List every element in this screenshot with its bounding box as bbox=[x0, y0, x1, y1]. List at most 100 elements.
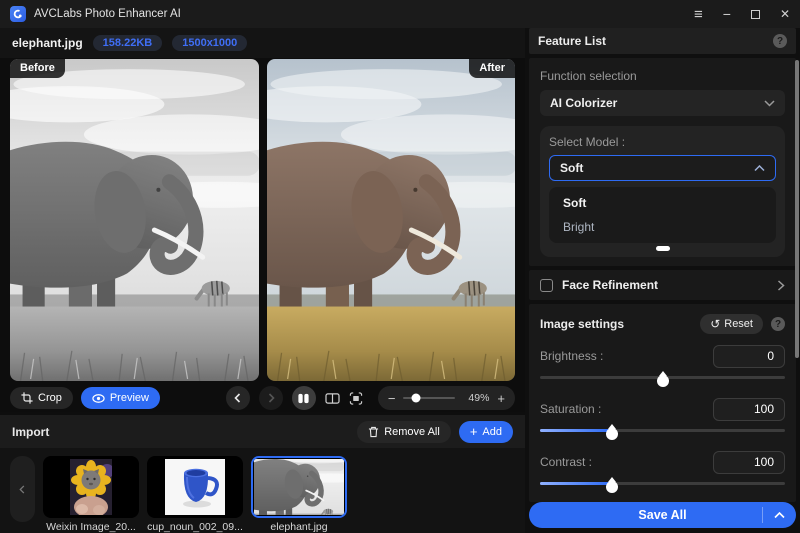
thumbnail-label: elephant.jpg bbox=[270, 521, 327, 533]
saturation-slider-thumb[interactable] bbox=[605, 427, 618, 440]
save-all-button[interactable]: Save All bbox=[529, 502, 796, 528]
zoom-in-button[interactable]: + bbox=[497, 392, 505, 405]
split-view-icon bbox=[297, 392, 310, 405]
settings-help-icon[interactable]: ? bbox=[771, 317, 785, 331]
model-dropdown-list: Soft Bright bbox=[549, 187, 776, 243]
app-logo-icon bbox=[10, 6, 26, 22]
function-card: Function selection AI Colorizer Select M… bbox=[529, 58, 796, 266]
feature-help-icon[interactable]: ? bbox=[773, 34, 787, 48]
import-section: Import Remove All + Add bbox=[0, 415, 525, 533]
thumbnail-strip: Weixin Image_20... bbox=[0, 448, 525, 533]
contrast-label: Contrast : bbox=[540, 455, 592, 469]
preview-button[interactable]: Preview bbox=[81, 387, 160, 409]
thumbnail-cup[interactable] bbox=[147, 456, 243, 518]
thumbnail-elephant-image bbox=[254, 459, 344, 515]
plus-icon: + bbox=[470, 424, 478, 439]
chevron-up-icon bbox=[754, 165, 765, 172]
zoom-slider-thumb[interactable] bbox=[412, 394, 421, 403]
thumbnail-weixin[interactable] bbox=[43, 456, 139, 518]
file-dimensions-badge: 1500x1000 bbox=[172, 35, 247, 51]
feature-list-header: Feature List ? bbox=[529, 28, 796, 54]
thumbnail-item: cup_noun_002_09... bbox=[147, 456, 243, 533]
side-by-side-view-button[interactable] bbox=[325, 392, 340, 405]
after-image bbox=[267, 59, 516, 381]
thumbnail-item: elephant.jpg bbox=[251, 456, 347, 533]
contrast-value[interactable]: 100 bbox=[713, 451, 785, 474]
image-settings-title: Image settings bbox=[540, 317, 624, 331]
panel-scrollbar[interactable] bbox=[795, 60, 799, 358]
brightness-slider[interactable] bbox=[540, 373, 785, 390]
after-badge: After bbox=[469, 59, 515, 78]
fit-screen-button[interactable] bbox=[349, 392, 363, 405]
eye-icon bbox=[92, 393, 105, 404]
file-size-badge: 158.22KB bbox=[93, 35, 163, 51]
minimize-icon[interactable]: − bbox=[723, 7, 731, 21]
trash-icon bbox=[368, 426, 379, 438]
brightness-slider-thumb[interactable] bbox=[657, 374, 670, 387]
model-value: Soft bbox=[560, 161, 583, 175]
saturation-label: Saturation : bbox=[540, 402, 601, 416]
model-option-bright[interactable]: Bright bbox=[549, 215, 776, 239]
chevron-down-icon bbox=[764, 100, 775, 107]
zoom-level: 49% bbox=[463, 392, 489, 404]
save-options-chevron[interactable] bbox=[762, 507, 796, 523]
function-select[interactable]: AI Colorizer bbox=[540, 90, 785, 116]
add-label: Add bbox=[482, 426, 502, 438]
thumbnail-elephant[interactable] bbox=[251, 456, 347, 518]
function-selection-label: Function selection bbox=[540, 69, 785, 83]
crop-button[interactable]: Crop bbox=[10, 387, 73, 409]
contrast-group: Contrast : 100 bbox=[540, 450, 785, 496]
saturation-group: Saturation : 100 bbox=[540, 397, 785, 443]
next-image-button[interactable] bbox=[259, 386, 283, 410]
face-refinement-label: Face Refinement bbox=[562, 278, 658, 292]
compare-view: Before After bbox=[0, 58, 525, 382]
zoom-out-button[interactable]: − bbox=[388, 392, 396, 405]
zoom-slider[interactable] bbox=[403, 397, 455, 400]
before-image-pane[interactable]: Before bbox=[10, 59, 259, 381]
saturation-value[interactable]: 100 bbox=[713, 398, 785, 421]
split-view-button[interactable] bbox=[292, 386, 316, 410]
crop-icon bbox=[21, 392, 33, 404]
face-refinement-row[interactable]: Face Refinement bbox=[529, 270, 796, 300]
viewer-toolbar: Crop Preview − 4 bbox=[0, 382, 525, 412]
before-image bbox=[10, 59, 259, 381]
contrast-slider[interactable] bbox=[540, 479, 785, 496]
reset-button[interactable]: ↺ Reset bbox=[700, 314, 763, 334]
file-info-bar: elephant.jpg 158.22KB 1500x1000 bbox=[0, 28, 525, 58]
import-title: Import bbox=[12, 425, 49, 439]
titlebar: AVCLabs Photo Enhancer AI ≡ − ✕ bbox=[0, 0, 800, 28]
brightness-value[interactable]: 0 bbox=[713, 345, 785, 368]
model-select[interactable]: Soft bbox=[549, 155, 776, 181]
saturation-slider[interactable] bbox=[540, 426, 785, 443]
model-option-soft[interactable]: Soft bbox=[549, 191, 776, 215]
brightness-label: Brightness : bbox=[540, 349, 603, 363]
scroll-left-button[interactable] bbox=[10, 456, 35, 522]
before-badge: Before bbox=[10, 59, 65, 78]
face-refinement-checkbox[interactable] bbox=[540, 279, 553, 292]
save-all-label: Save All bbox=[529, 508, 762, 522]
prev-image-button[interactable] bbox=[226, 386, 250, 410]
remove-all-label: Remove All bbox=[384, 426, 440, 438]
feature-list-title: Feature List bbox=[538, 34, 606, 48]
menu-icon[interactable]: ≡ bbox=[694, 7, 703, 22]
after-image-pane[interactable]: After bbox=[267, 59, 516, 381]
add-button[interactable]: + Add bbox=[459, 421, 513, 443]
function-value: AI Colorizer bbox=[550, 96, 617, 110]
dropdown-scroll-handle[interactable] bbox=[656, 246, 670, 251]
feature-panel: Feature List ? Function selection AI Col… bbox=[525, 28, 800, 533]
file-name: elephant.jpg bbox=[12, 36, 83, 50]
remove-all-button[interactable]: Remove All bbox=[357, 421, 451, 443]
select-model-label: Select Model : bbox=[549, 135, 776, 149]
contrast-slider-thumb[interactable] bbox=[605, 480, 618, 493]
zoom-control: − 49% + bbox=[378, 386, 515, 410]
chevron-right-icon[interactable] bbox=[777, 280, 785, 291]
maximize-icon[interactable] bbox=[751, 10, 760, 19]
brightness-group: Brightness : 0 bbox=[540, 344, 785, 390]
thumbnail-label: cup_noun_002_09... bbox=[147, 521, 243, 533]
thumbnail-label: Weixin Image_20... bbox=[46, 521, 136, 533]
preview-label: Preview bbox=[110, 392, 149, 404]
crop-label: Crop bbox=[38, 392, 62, 404]
reset-icon: ↺ bbox=[710, 317, 720, 331]
thumbnail-item: Weixin Image_20... bbox=[43, 456, 139, 533]
close-icon[interactable]: ✕ bbox=[780, 8, 790, 20]
